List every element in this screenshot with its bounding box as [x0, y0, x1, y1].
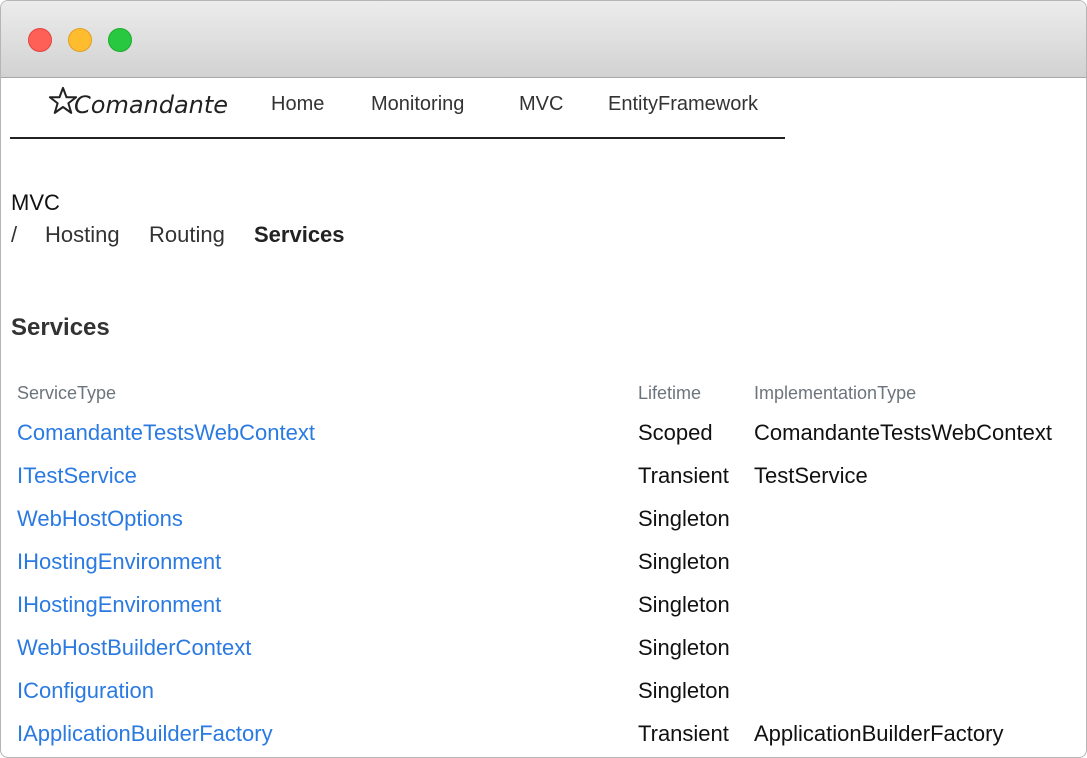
- implementation-type-cell: TestService: [754, 462, 868, 488]
- browser-window: Comandante Home Monitoring MVC EntityFra…: [0, 0, 1087, 758]
- implementation-type-cell: ApplicationBuilderFactory: [754, 720, 1004, 746]
- table-header-row: ServiceType Lifetime ImplementationType: [7, 375, 1084, 411]
- column-header-implementationtype: ImplementationType: [754, 382, 917, 403]
- column-header-lifetime: Lifetime: [638, 382, 702, 403]
- service-type-link[interactable]: IHostingEnvironment: [17, 592, 221, 617]
- service-type-cell: IConfiguration: [7, 669, 628, 712]
- implementation-type-cell: [744, 540, 1084, 583]
- subnav-item-services[interactable]: Services: [254, 222, 345, 248]
- page-content: Comandante Home Monitoring MVC EntityFra…: [1, 79, 1086, 757]
- service-type-link[interactable]: ComandanteTestsWebContext: [17, 420, 315, 445]
- minimize-window-button[interactable]: [68, 28, 92, 52]
- subnav-item-hosting[interactable]: Hosting: [45, 222, 120, 248]
- page-title: Services: [11, 314, 110, 341]
- implementation-type-cell: ComandanteTestsWebContext: [754, 419, 1052, 445]
- service-type-cell: ComandanteTestsWebContext: [7, 411, 628, 454]
- lifetime-cell: Singleton: [638, 548, 730, 574]
- table-row: IConfiguration Singleton: [7, 669, 1084, 712]
- brand-link[interactable]: Comandante: [48, 85, 228, 125]
- service-type-link[interactable]: ITestService: [17, 463, 137, 488]
- brand-name: Comandante: [74, 91, 229, 119]
- service-type-cell: IApplicationBuilderFactory: [7, 712, 628, 755]
- service-type-cell: IHostingEnvironment: [7, 540, 628, 583]
- subnav-item-routing[interactable]: Routing: [149, 222, 225, 248]
- lifetime-cell: Singleton: [638, 634, 730, 660]
- service-type-link[interactable]: WebHostOptions: [17, 506, 183, 531]
- maximize-window-button[interactable]: [108, 28, 132, 52]
- nav-item-entityframework[interactable]: EntityFramework: [608, 93, 758, 116]
- service-type-cell: IHostingEnvironment: [7, 583, 628, 626]
- table-row: WebHostBuilderContext Singleton: [7, 626, 1084, 669]
- service-type-link[interactable]: IConfiguration: [17, 678, 154, 703]
- breadcrumb-separator: /: [11, 222, 18, 247]
- lifetime-cell: Transient: [638, 720, 729, 746]
- table-row: ComandanteTestsWebContext Scoped Comanda…: [7, 411, 1084, 454]
- service-type-cell: ITestService: [7, 454, 628, 497]
- table-row: ITestService Transient TestService: [7, 454, 1084, 497]
- breadcrumb-title: MVC: [11, 190, 60, 215]
- lifetime-cell: Singleton: [638, 591, 730, 617]
- table-row: WebHostOptions Singleton: [7, 497, 1084, 540]
- service-type-link[interactable]: IHostingEnvironment: [17, 549, 221, 574]
- lifetime-cell: Scoped: [638, 419, 713, 445]
- implementation-type-cell: [744, 626, 1084, 669]
- title-bar: [1, 1, 1086, 78]
- nav-item-monitoring[interactable]: Monitoring: [371, 93, 464, 116]
- service-type-link[interactable]: IApplicationBuilderFactory: [17, 721, 273, 746]
- service-type-cell: WebHostOptions: [7, 497, 628, 540]
- column-header-servicetype: ServiceType: [17, 382, 117, 403]
- lifetime-cell: Singleton: [638, 677, 730, 703]
- lifetime-cell: Transient: [638, 462, 729, 488]
- implementation-type-cell: [744, 669, 1084, 712]
- table-row: IHostingEnvironment Singleton: [7, 583, 1084, 626]
- close-window-button[interactable]: [28, 28, 52, 52]
- implementation-type-cell: [744, 583, 1084, 626]
- lifetime-cell: Singleton: [638, 505, 730, 531]
- table-row: IHostingEnvironment Singleton: [7, 540, 1084, 583]
- service-type-cell: WebHostBuilderContext: [7, 626, 628, 669]
- top-navbar: Comandante Home Monitoring MVC EntityFra…: [10, 79, 785, 139]
- nav-item-mvc[interactable]: MVC: [519, 93, 563, 116]
- table-row: IApplicationBuilderFactory Transient App…: [7, 712, 1084, 755]
- implementation-type-cell: [744, 497, 1084, 540]
- service-type-link[interactable]: WebHostBuilderContext: [17, 635, 251, 660]
- nav-item-home[interactable]: Home: [271, 93, 324, 116]
- services-table: ServiceType Lifetime ImplementationType …: [7, 375, 1084, 755]
